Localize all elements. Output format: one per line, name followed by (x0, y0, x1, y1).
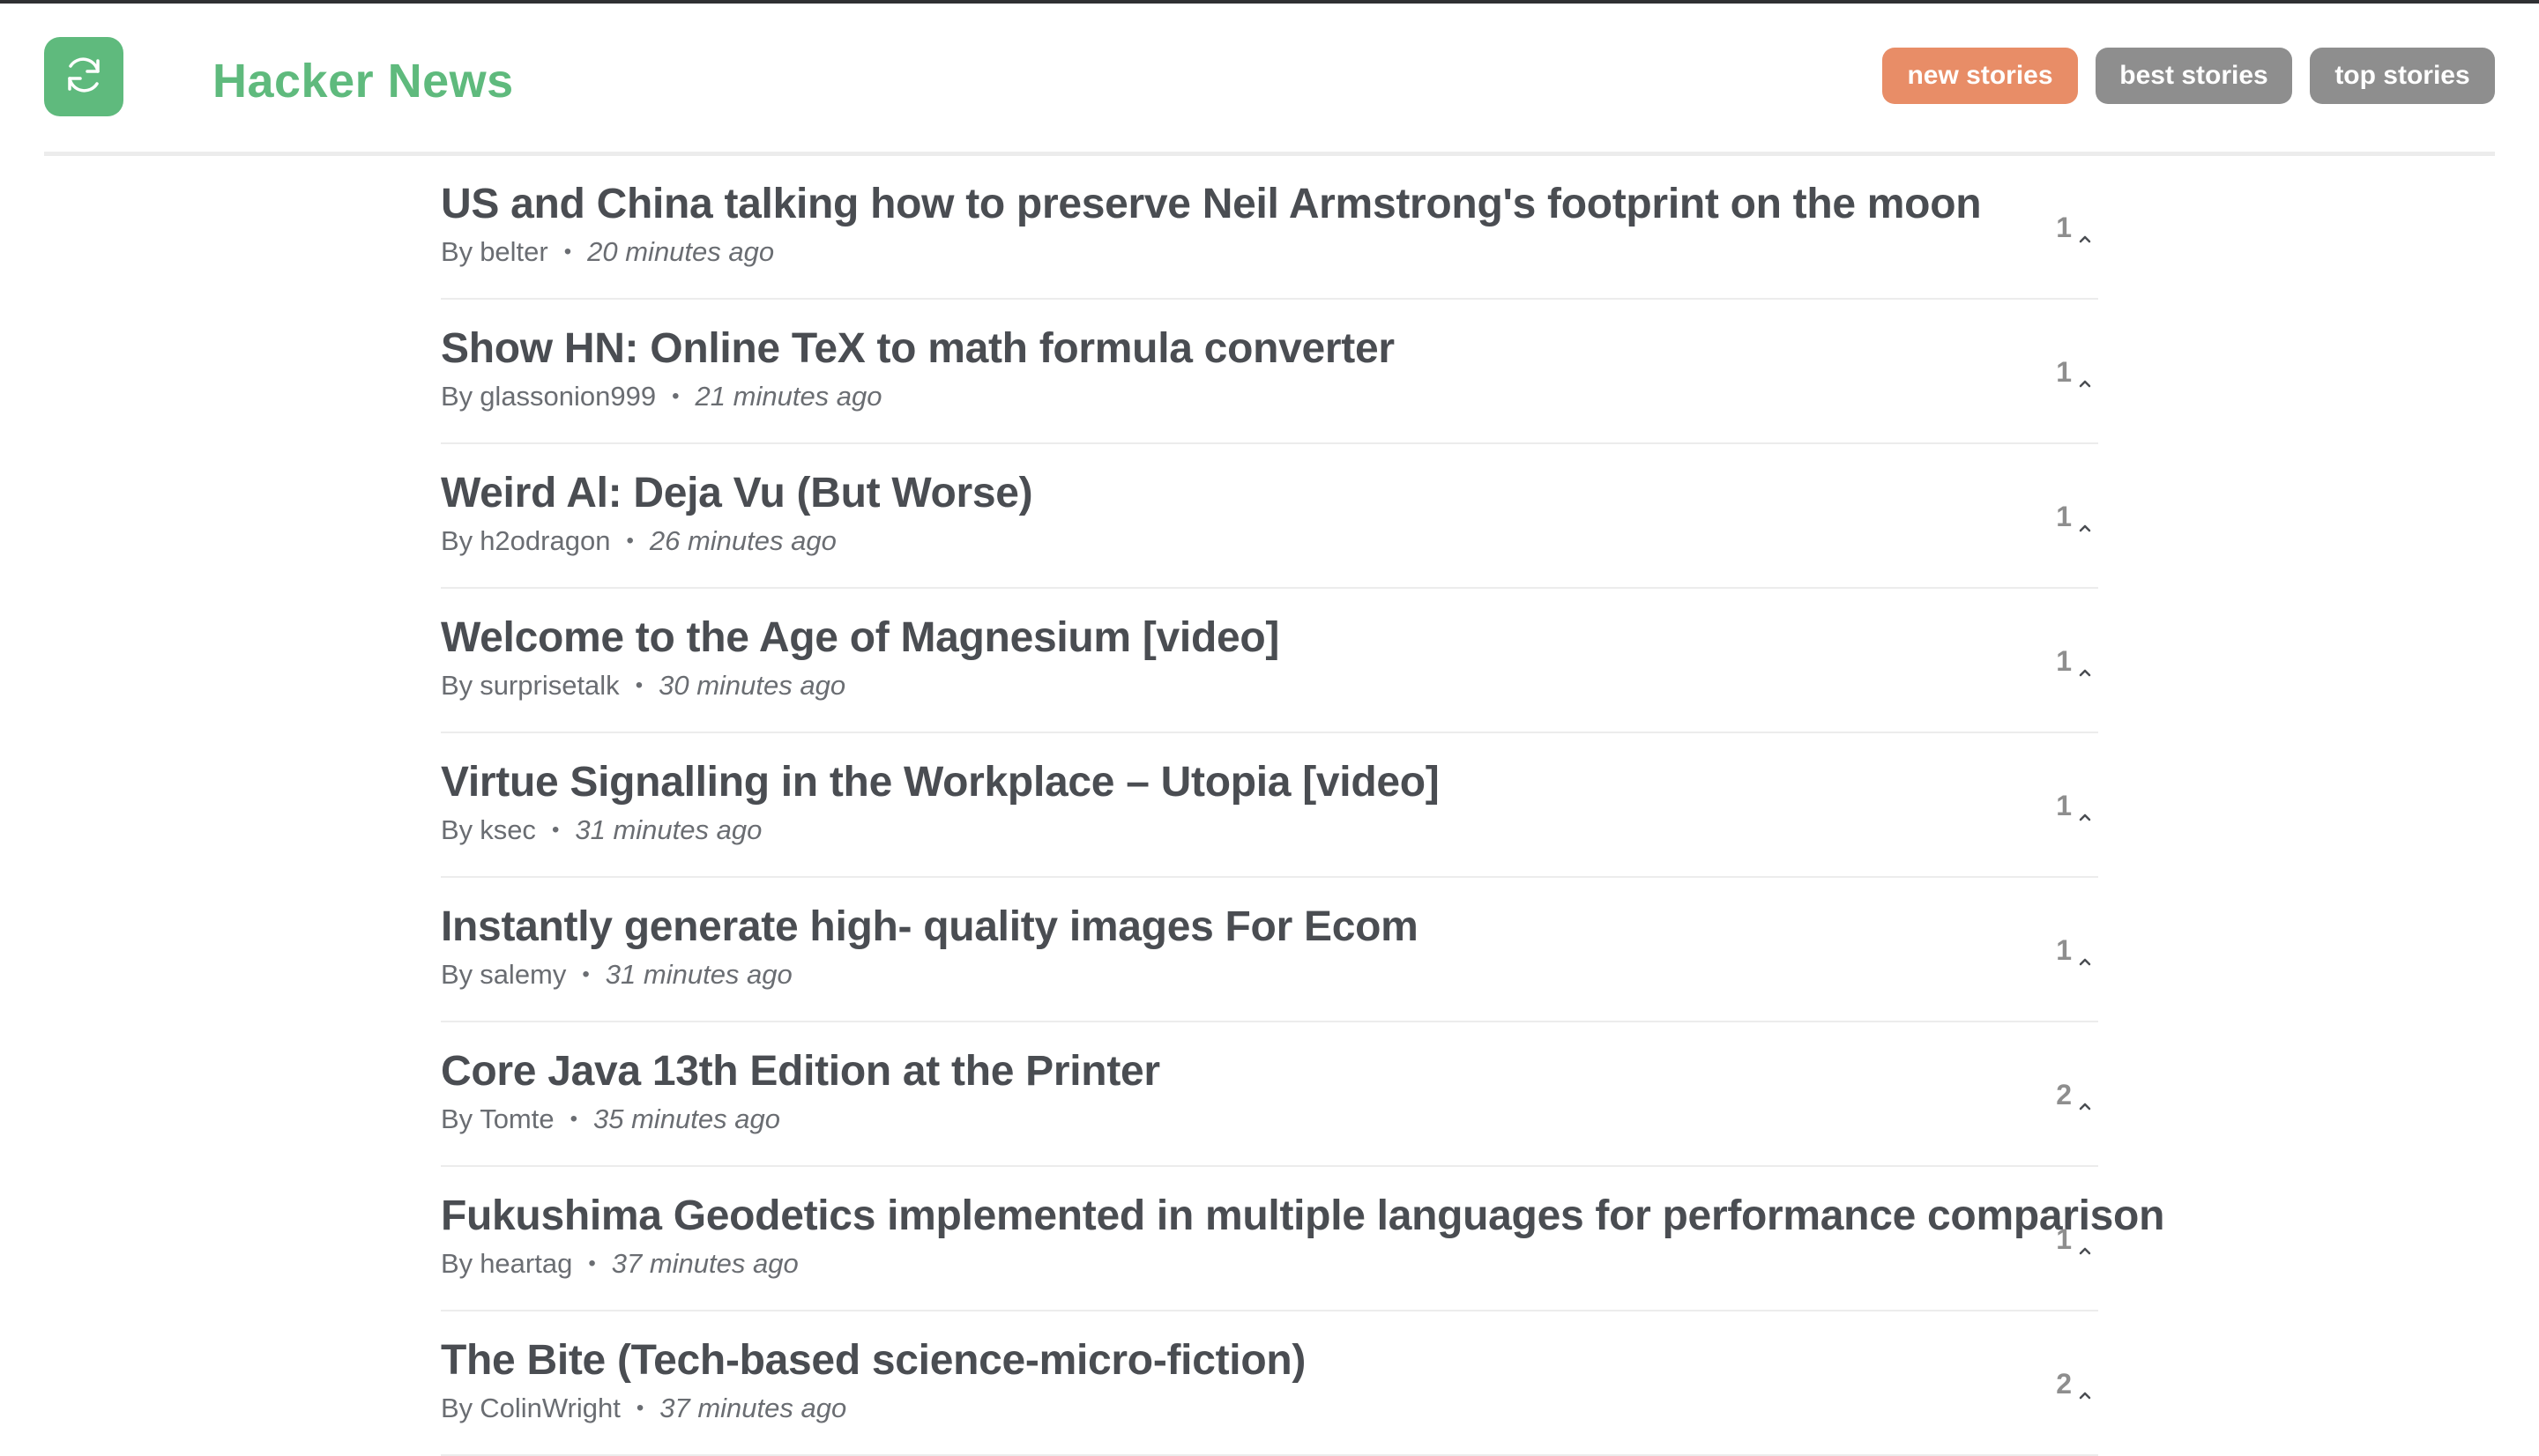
upvote-caret-icon (2075, 796, 2095, 821)
score-value: 1 (2056, 1223, 2072, 1255)
story-title-link[interactable]: The Bite (Tech-based science-micro-ficti… (441, 1334, 2054, 1387)
story-time: 37 minutes ago (611, 1248, 799, 1279)
story-time: 31 minutes ago (575, 814, 763, 845)
story-title-link[interactable]: Show HN: Online TeX to math formula conv… (441, 323, 2054, 375)
top-stories-button[interactable]: top stories (2310, 48, 2495, 104)
story-item: Weird Al: Deja Vu (But Worse) By h2odragon… (441, 444, 2098, 589)
score-badge[interactable]: 2 (2056, 1363, 2095, 1405)
upvote-caret-icon (2075, 1085, 2095, 1111)
score-badge[interactable]: 1 (2056, 495, 2095, 538)
by-label: By (441, 1393, 473, 1423)
by-label: By (441, 1248, 473, 1279)
story-time: 35 minutes ago (593, 1103, 780, 1134)
story-item: The Bite (Tech-based science-micro-ficti… (441, 1311, 2098, 1456)
score-badge[interactable]: 1 (2056, 640, 2095, 682)
new-stories-button[interactable]: new stories (1882, 48, 2078, 104)
story-author[interactable]: ColinWright (480, 1393, 621, 1423)
separator-dot: • (551, 818, 560, 842)
upvote-caret-icon (2075, 940, 2095, 966)
story-item: Welcome to the Age of Magnesium [video] B… (441, 589, 2098, 733)
upvote-caret-icon (2075, 362, 2095, 388)
score-value: 2 (2056, 1079, 2072, 1111)
story-meta: By ColinWright • 37 minutes ago (441, 1391, 846, 1429)
story-meta: By h2odragon • 26 minutes ago (441, 524, 837, 561)
story-author[interactable]: ksec (480, 814, 536, 845)
by-label: By (441, 525, 473, 556)
story-author[interactable]: glassonion999 (480, 381, 656, 412)
story-meta: By ksec • 31 minutes ago (441, 813, 762, 851)
score-badge[interactable]: 1 (2056, 351, 2095, 393)
score-badge[interactable]: 1 (2056, 784, 2095, 827)
story-time: 20 minutes ago (587, 236, 775, 267)
separator-dot: • (635, 673, 644, 697)
upvote-caret-icon (2075, 1229, 2095, 1255)
story-meta: By surprisetalk • 30 minutes ago (441, 668, 845, 706)
story-title-link[interactable]: Virtue Signalling in the Workplace – Uto… (441, 756, 2054, 809)
by-label: By (441, 1103, 473, 1134)
score-value: 1 (2056, 501, 2072, 532)
story-title-link[interactable]: Welcome to the Age of Magnesium [video] (441, 612, 2054, 665)
story-title-link[interactable]: Weird Al: Deja Vu (But Worse) (441, 467, 2054, 520)
score-badge[interactable]: 2 (2056, 1073, 2095, 1116)
separator-dot: • (582, 962, 590, 986)
score-badge[interactable]: 1 (2056, 929, 2095, 971)
story-time: 26 minutes ago (649, 525, 837, 556)
by-label: By (441, 959, 473, 990)
story-time: 21 minutes ago (695, 381, 882, 412)
story-item: Virtue Signalling in the Workplace – Uto… (441, 733, 2098, 878)
app-title[interactable]: Hacker News (212, 48, 514, 115)
story-item: Core Java 13th Edition at the Printer By T… (441, 1022, 2098, 1167)
story-meta: By Tomte • 35 minutes ago (441, 1102, 780, 1140)
score-badge[interactable]: 1 (2056, 1218, 2095, 1260)
score-value: 2 (2056, 1368, 2072, 1400)
story-type-nav: new stories best stories top stories (1882, 48, 2495, 104)
story-author[interactable]: surprisetalk (480, 670, 620, 701)
score-value: 1 (2056, 356, 2072, 388)
story-author[interactable]: salemy (480, 959, 566, 990)
story-title-link[interactable]: Instantly generate high- quality images … (441, 901, 2054, 954)
by-label: By (441, 381, 473, 412)
score-value: 1 (2056, 645, 2072, 677)
story-author[interactable]: Tomte (480, 1103, 554, 1134)
separator-dot: • (570, 1107, 578, 1131)
story-item: US and China talking how to preserve Nei… (441, 155, 2098, 300)
by-label: By (441, 670, 473, 701)
app-header: Hacker News new stories best stories top… (44, 4, 2495, 156)
score-value: 1 (2056, 934, 2072, 966)
by-label: By (441, 814, 473, 845)
story-author[interactable]: h2odragon (480, 525, 610, 556)
score-value: 1 (2056, 790, 2072, 821)
story-title-link[interactable]: Fukushima Geodetics implemented in multi… (441, 1190, 2164, 1243)
separator-dot: • (626, 529, 634, 553)
story-meta: By belter • 20 minutes ago (441, 234, 774, 272)
story-meta: By heartag • 37 minutes ago (441, 1246, 799, 1284)
story-meta: By glassonion999 • 21 minutes ago (441, 379, 882, 417)
best-stories-button[interactable]: best stories (2096, 48, 2292, 104)
by-label: By (441, 236, 473, 267)
upvote-caret-icon (2075, 218, 2095, 243)
separator-dot: • (636, 1396, 644, 1420)
upvote-caret-icon (2075, 1374, 2095, 1400)
story-time: 31 minutes ago (605, 959, 793, 990)
story-item: Show HN: Online TeX to math formula conv… (441, 300, 2098, 444)
score-badge[interactable]: 1 (2056, 206, 2095, 249)
story-time: 37 minutes ago (659, 1393, 847, 1423)
story-author[interactable]: belter (480, 236, 548, 267)
story-item: Fukushima Geodetics implemented in multi… (441, 1167, 2164, 1311)
story-item: Instantly generate high- quality images … (441, 878, 2098, 1022)
story-author[interactable]: heartag (480, 1248, 572, 1279)
story-time: 30 minutes ago (659, 670, 846, 701)
story-list: US and China talking how to preserve Nei… (441, 155, 2164, 1456)
separator-dot: • (672, 384, 680, 408)
upvote-caret-icon (2075, 651, 2095, 677)
story-title-link[interactable]: Core Java 13th Edition at the Printer (441, 1045, 2054, 1098)
story-meta: By salemy • 31 minutes ago (441, 957, 793, 995)
refresh-icon (59, 50, 108, 104)
upvote-caret-icon (2075, 507, 2095, 532)
story-title-link[interactable]: US and China talking how to preserve Nei… (441, 178, 2054, 231)
separator-dot: • (563, 240, 572, 264)
refresh-button[interactable] (44, 37, 123, 116)
separator-dot: • (588, 1252, 596, 1275)
score-value: 1 (2056, 212, 2072, 243)
